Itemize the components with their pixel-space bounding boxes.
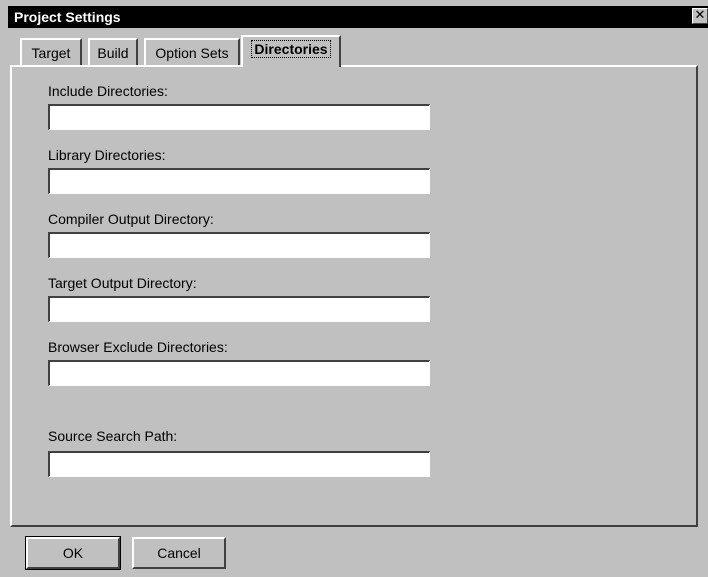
tab-directories[interactable]: Directories	[241, 35, 341, 67]
close-button[interactable]: ✕	[692, 8, 708, 24]
directories-panel: Include Directories: Library Directories…	[10, 65, 698, 527]
browser-exclude-directories-input[interactable]	[48, 360, 430, 386]
library-directories-label: Library Directories:	[48, 147, 166, 163]
tab-target-label: Target	[31, 45, 71, 61]
close-icon: ✕	[694, 8, 706, 23]
tab-option-sets-label: Option Sets	[155, 45, 229, 61]
tab-build[interactable]: Build	[88, 38, 138, 66]
project-settings-dialog: Project Settings ✕ Target Build Option S…	[0, 0, 708, 577]
tab-option-sets[interactable]: Option Sets	[144, 38, 240, 66]
target-output-directory-label: Target Output Directory:	[48, 275, 197, 291]
include-directories-label: Include Directories:	[48, 83, 168, 99]
browser-exclude-directories-label: Browser Exclude Directories:	[48, 339, 228, 355]
cancel-button[interactable]: Cancel	[132, 537, 226, 569]
source-search-path-label: Source Search Path:	[48, 428, 178, 444]
tab-target[interactable]: Target	[20, 38, 82, 66]
compiler-output-directory-label: Compiler Output Directory:	[48, 211, 214, 227]
title-bar[interactable]: Project Settings ✕	[8, 6, 708, 28]
ok-button-label: OK	[62, 545, 84, 561]
tab-directories-label: Directories	[251, 40, 331, 58]
cancel-button-label: Cancel	[157, 545, 201, 561]
tab-build-label: Build	[97, 45, 129, 61]
target-output-directory-input[interactable]	[48, 296, 430, 322]
window-title: Project Settings	[14, 9, 121, 25]
ok-button[interactable]: OK	[25, 536, 121, 570]
compiler-output-directory-input[interactable]	[48, 232, 430, 258]
library-directories-input[interactable]	[48, 168, 430, 194]
include-directories-input[interactable]	[48, 104, 430, 130]
source-search-path-input[interactable]	[48, 451, 430, 477]
